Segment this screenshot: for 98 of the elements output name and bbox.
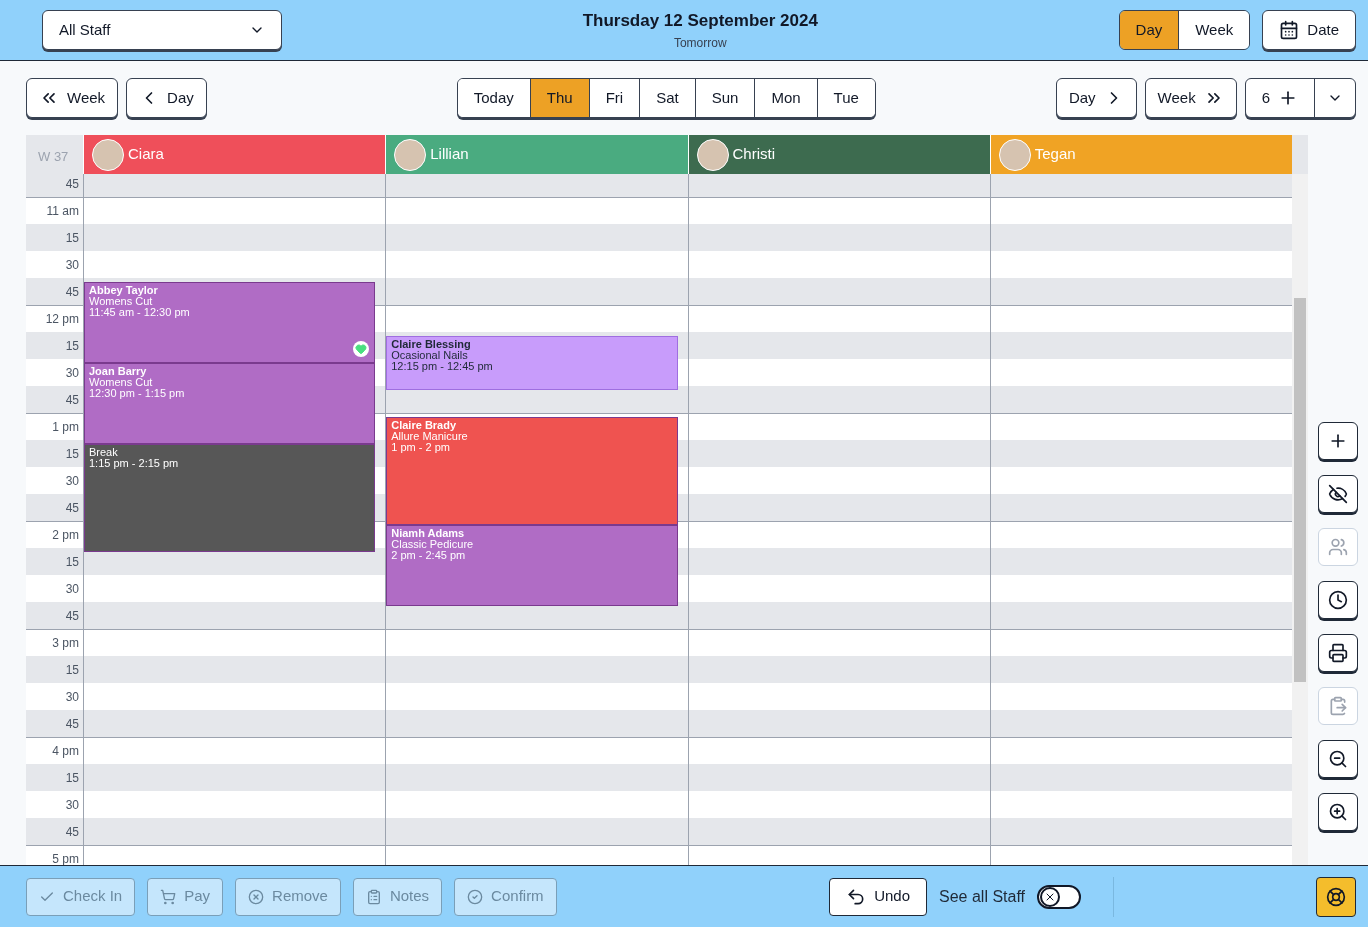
tool-button[interactable] — [1318, 581, 1358, 619]
service-name: Allure Manicure — [391, 431, 469, 442]
service-name: Classic Pedicure — [391, 539, 475, 550]
client-name: Claire Blessing — [391, 339, 472, 350]
appointment-time: 2 pm - 2:45 pm — [391, 550, 467, 561]
circle-check-icon — [467, 888, 484, 905]
nav-button[interactable]: Day — [1055, 78, 1137, 118]
scrollbar-thumb[interactable] — [1294, 298, 1306, 682]
client-name: Joan Barry — [89, 366, 147, 377]
time-label: 45 — [26, 818, 83, 845]
toggle-label: See all Staff — [939, 886, 1025, 907]
staff-name: Ciara — [128, 144, 164, 165]
time-label: 3 pm — [26, 629, 83, 656]
clipboard-icon — [365, 888, 382, 905]
view-tab[interactable]: Week — [1178, 11, 1250, 49]
time-label: 30 — [26, 791, 83, 818]
avatar-placeholder — [394, 138, 427, 171]
time-label: 11 am — [26, 197, 83, 224]
time-label: 2 pm — [26, 521, 83, 548]
staff-name: Lillian — [430, 144, 469, 165]
calendar-icon — [1279, 20, 1300, 40]
people-icon — [1328, 537, 1348, 557]
time-label: 30 — [26, 575, 83, 602]
view-tab[interactable]: Day — [1119, 11, 1179, 49]
time-label: 5 pm — [26, 845, 83, 865]
nav-button[interactable]: Week — [1144, 78, 1237, 118]
appointment-block[interactable]: Joan Barry Womens Cut 12:30 pm - 1:15 pm — [84, 363, 376, 444]
service-name: Womens Cut — [89, 296, 153, 307]
date-title: Thursday 12 September 2024 — [582, 10, 818, 33]
zoom-in-icon — [1328, 802, 1348, 822]
time-label: 15 — [26, 440, 83, 467]
week-label: W 37 — [26, 135, 83, 174]
client-name: Claire Brady — [391, 420, 457, 431]
time-label: 15 — [26, 332, 83, 359]
tool-button[interactable] — [1318, 475, 1358, 513]
time-label: 45 — [26, 278, 83, 305]
avatar-placeholder — [696, 138, 729, 171]
service-name: Ocasional Nails — [391, 350, 468, 361]
time-label: 15 — [26, 764, 83, 791]
time-label: 12 pm — [26, 305, 83, 332]
eye-off-icon — [1328, 484, 1348, 504]
client-name: Abbey Taylor — [89, 285, 159, 296]
appointment-time: 1 pm - 2 pm — [391, 442, 451, 453]
tool-button[interactable] — [1318, 793, 1358, 831]
undo-button[interactable]: Undo — [829, 877, 927, 916]
time-label: 30 — [26, 251, 83, 278]
appointment-time: 12:30 pm - 1:15 pm — [89, 388, 186, 399]
appointment-block[interactable]: Claire Blessing Ocasional Nails 12:15 pm - 12:45 pm — [386, 336, 678, 390]
time-label: 45 — [26, 174, 83, 197]
zoom-out-icon — [1328, 749, 1348, 769]
time-label: 30 — [26, 359, 83, 386]
client-name: Niamh Adams — [391, 528, 466, 539]
staff-column[interactable]: Claire Blessing Ocasional Nails 12:15 pm - 12:45 pm Claire Brady Allure Manicure 1 pm - 2 pm Niamh Adams Classic Pedicure 2 pm - 2:45 pm — [385, 174, 688, 865]
cart-icon — [160, 888, 177, 905]
staff-name: Tegan — [1034, 144, 1076, 165]
nav-button[interactable]: Day — [126, 78, 207, 118]
tool-button[interactable] — [1318, 634, 1358, 672]
clock-icon — [1328, 590, 1348, 610]
service-name: Womens Cut — [89, 377, 154, 388]
lifebuoy-icon — [1326, 886, 1346, 907]
time-label: 30 — [26, 683, 83, 710]
heart-icon — [353, 341, 370, 357]
time-label: 30 — [26, 467, 83, 494]
scrollbar[interactable] — [1292, 174, 1308, 865]
appointment-time: 12:15 pm - 12:45 pm — [391, 361, 494, 372]
appointment-time: 11:45 am - 12:30 pm — [89, 307, 191, 318]
appointment-block[interactable]: Abbey Taylor Womens Cut 11:45 am - 12:30 pm — [84, 282, 376, 363]
help-button[interactable] — [1316, 876, 1356, 917]
day-tab[interactable]: Tue — [816, 79, 875, 117]
see-all-staff-toggle[interactable] — [1037, 884, 1081, 909]
time-label: 4 pm — [26, 737, 83, 764]
time-label: 45 — [26, 386, 83, 413]
date-subtitle: Tomorrow — [673, 34, 727, 52]
circle-x-icon — [248, 888, 265, 905]
date-button[interactable]: Date — [1262, 10, 1356, 50]
avatar-placeholder — [998, 138, 1031, 171]
appointment-block[interactable]: Niamh Adams Classic Pedicure 2 pm - 2:45 pm — [386, 525, 678, 606]
staff-select[interactable]: All Staff — [42, 10, 282, 50]
staff-column[interactable]: Abbey Taylor Womens Cut 11:45 am - 12:30 pm Joan Barry Womens Cut 12:30 pm - 1:15 pm Break 1:15 pm - 2:15 pm — [83, 174, 386, 865]
tool-button[interactable] — [1318, 422, 1358, 460]
staff-name: Christi — [732, 144, 775, 165]
day-tab[interactable]: Thu — [529, 79, 589, 117]
time-label: 15 — [26, 656, 83, 683]
nav-button[interactable]: Week — [26, 78, 119, 118]
time-label: 15 — [26, 548, 83, 575]
scrollbar-header — [1292, 135, 1308, 174]
avatar-placeholder — [92, 138, 124, 171]
clipboard-icon — [1328, 696, 1348, 716]
time-label: 15 — [26, 224, 83, 251]
time-label: 45 — [26, 494, 83, 521]
appointment-time: 1:15 pm - 2:15 pm — [89, 458, 180, 469]
break-block[interactable]: Break 1:15 pm - 2:15 pm — [84, 444, 376, 552]
time-label: 45 — [26, 710, 83, 737]
printer-icon — [1328, 643, 1348, 663]
time-label: 45 — [26, 602, 83, 629]
tool-button[interactable] — [1318, 740, 1358, 778]
client-name: Break — [89, 447, 119, 458]
time-label: 1 pm — [26, 413, 83, 440]
